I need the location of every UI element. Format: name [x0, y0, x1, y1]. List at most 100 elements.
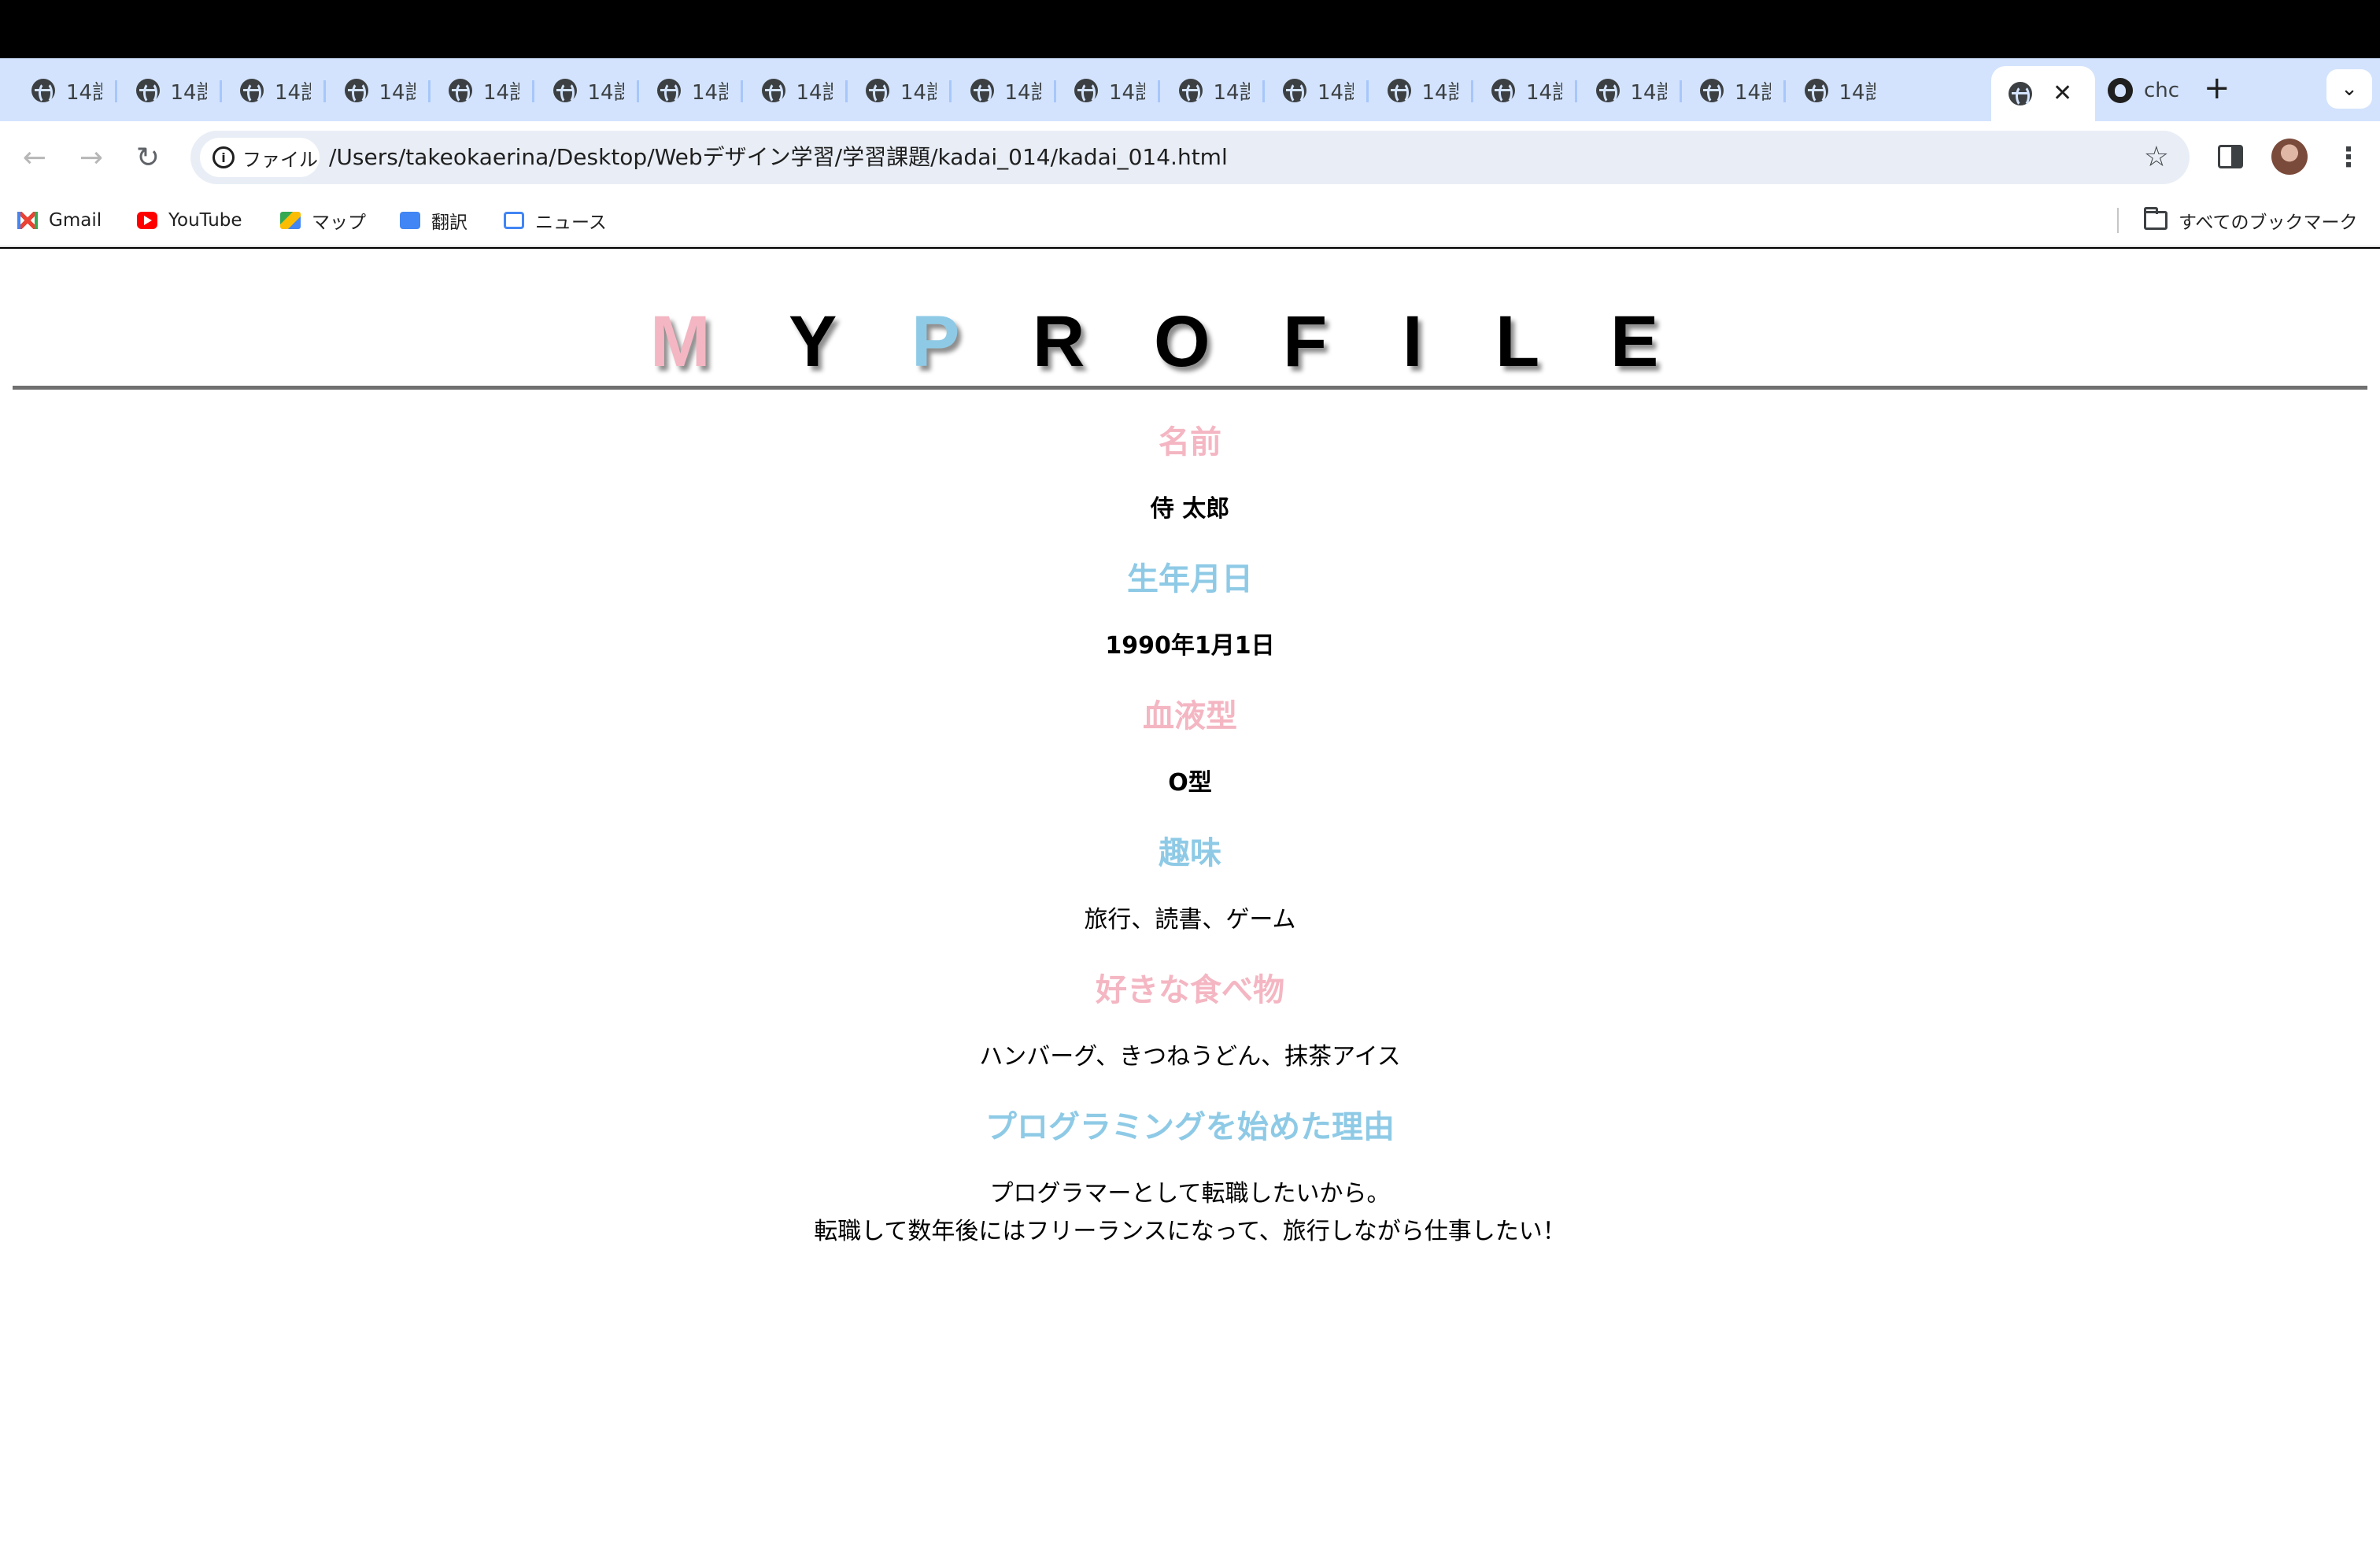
- tab-title: chc: [2144, 79, 2180, 102]
- tab-active[interactable]: ✕: [1991, 66, 2095, 121]
- tab-title: 14課: [1526, 80, 1562, 105]
- section-value-line2: 転職して数年後にはフリーランスになって、旅行しながら仕事したい！: [814, 1218, 1566, 1245]
- tab[interactable]: 14課: [848, 66, 952, 115]
- url-text[interactable]: /Users/takeokaerina/Desktop/Webデザイン学習/学習…: [329, 131, 1228, 184]
- security-chip-label: ファイル: [242, 148, 318, 171]
- tab[interactable]: 14課: [14, 66, 118, 115]
- tab-separator: [1575, 80, 1577, 102]
- globe-icon: [1804, 79, 1828, 104]
- tab-strip: 14課 14課 14課 14課 14課 14課 14課 14課 14課 14課 14課 14課 14課 1…: [0, 58, 2380, 121]
- globe-icon: [1074, 79, 1098, 104]
- tab[interactable]: 14課: [640, 66, 744, 115]
- close-tab-icon[interactable]: ✕: [2053, 82, 2072, 105]
- section-heading: 好きな食べ物: [1096, 972, 1284, 1008]
- tab[interactable]: 14課: [953, 66, 1057, 115]
- section-favorite-food: 好きな食べ物 ハンバーグ、きつねうどん、抹茶アイス: [0, 968, 2380, 1075]
- tab-separator: [741, 80, 743, 102]
- tab-title: 14課: [66, 80, 102, 105]
- chevron-down-icon: ⌄: [2341, 77, 2358, 101]
- tab-separator: [532, 80, 534, 102]
- tab-github[interactable]: chc: [2090, 66, 2194, 115]
- bookmark-youtube[interactable]: YouTube: [137, 203, 242, 238]
- tab[interactable]: 14課: [536, 66, 640, 115]
- title-letter: F: [1283, 301, 1328, 382]
- tab[interactable]: 14課: [1474, 66, 1578, 115]
- info-icon: i: [213, 146, 235, 168]
- tab-title: 14課: [170, 80, 207, 105]
- new-tab-button[interactable]: +: [2204, 71, 2230, 105]
- tab-separator: [1470, 80, 1473, 102]
- bookmarks-divider: [2117, 208, 2119, 233]
- back-button[interactable]: ←: [16, 139, 54, 176]
- tab-separator: [949, 80, 952, 102]
- section-heading: 名前: [1159, 424, 1221, 460]
- tab-search-button[interactable]: ⌄: [2326, 69, 2372, 109]
- tab[interactable]: 14課: [1683, 66, 1787, 115]
- tab-separator: [1783, 80, 1786, 102]
- section-value: ハンバーグ、きつねうどん、抹茶アイス: [979, 1043, 1401, 1071]
- tab-title: 14課: [796, 80, 833, 105]
- title-letter: R: [1033, 301, 1085, 382]
- tab-title: 14課: [379, 80, 416, 105]
- title-letter: O: [1154, 301, 1210, 382]
- bookmark-label: マップ: [312, 213, 366, 233]
- tab-title: 14課: [1109, 80, 1145, 105]
- section-heading: プログラミングを始めた理由: [985, 1109, 1395, 1145]
- news-icon: [504, 212, 524, 229]
- system-menu-bar: [0, 0, 2380, 58]
- tab[interactable]: 14課: [431, 66, 535, 115]
- bookmark-news[interactable]: ニュース: [504, 203, 607, 238]
- tab-title: 14課: [1630, 80, 1667, 105]
- section-value: 1990年1月1日: [1105, 632, 1275, 660]
- section-heading: 血液型: [1143, 698, 1237, 734]
- address-bar[interactable]: i ファイル /Users/takeokaerina/Desktop/Webデザ…: [190, 131, 2190, 184]
- tab[interactable]: 14課: [1579, 66, 1683, 115]
- bookmark-maps[interactable]: マップ: [280, 203, 366, 238]
- menu-dots-icon[interactable]: ⋮: [2333, 139, 2364, 176]
- globe-icon: [344, 79, 368, 104]
- tab-title: 14課: [587, 80, 624, 105]
- tab-separator: [1366, 80, 1369, 102]
- tab-separator: [1262, 80, 1265, 102]
- toolbar: ← → ↻ i ファイル /Users/takeokaerina/Desktop…: [0, 121, 2380, 194]
- tab[interactable]: 14課: [745, 66, 848, 115]
- tab[interactable]: 14課: [119, 66, 223, 115]
- bookmark-gmail[interactable]: Gmail: [17, 203, 102, 238]
- tab[interactable]: 14課: [1266, 66, 1369, 115]
- reload-icon: ↻: [135, 141, 161, 174]
- bookmark-translate[interactable]: 翻訳: [400, 203, 468, 238]
- title-letter: L: [1495, 301, 1540, 382]
- tab-separator: [323, 80, 326, 102]
- globe-icon: [970, 79, 994, 104]
- tab[interactable]: 14課: [223, 66, 327, 115]
- globe-icon: [1178, 79, 1203, 104]
- tab-title: 14課: [1421, 80, 1458, 105]
- bookmark-star-icon[interactable]: ☆: [2144, 131, 2169, 184]
- forward-button[interactable]: →: [72, 139, 110, 176]
- section-heading: 趣味: [1159, 835, 1221, 871]
- side-panel-icon[interactable]: [2218, 145, 2243, 168]
- title-divider: [13, 386, 2367, 390]
- globe-icon: [31, 79, 55, 104]
- section-birthday: 生年月日 1990年1月1日: [0, 557, 2380, 664]
- section-reason: プログラミングを始めた理由 プログラマーとして転職したいから。 転職して数年後に…: [0, 1105, 2380, 1250]
- tab[interactable]: 14課: [1370, 66, 1474, 115]
- tab-separator: [115, 80, 117, 102]
- tab[interactable]: 14課: [327, 66, 431, 115]
- tab-title: 14課: [692, 80, 728, 105]
- globe-icon: [1491, 79, 1515, 104]
- reload-button[interactable]: ↻: [129, 139, 167, 176]
- tab[interactable]: 14課: [1787, 66, 1891, 115]
- folder-icon: [2144, 207, 2168, 230]
- tab-separator: [1158, 80, 1160, 102]
- tab[interactable]: 14課: [1057, 66, 1161, 115]
- title-letter: P: [911, 301, 960, 382]
- avatar[interactable]: [2271, 139, 2308, 175]
- globe-icon: [1700, 79, 1724, 104]
- section-value: O型: [1168, 769, 1212, 797]
- title-letter: I: [1402, 301, 1423, 382]
- tab[interactable]: 14課: [1162, 66, 1266, 115]
- title-letter: Y: [789, 301, 837, 382]
- tab-separator: [1679, 80, 1682, 102]
- all-bookmarks-button[interactable]: すべてのブックマーク: [2144, 203, 2357, 238]
